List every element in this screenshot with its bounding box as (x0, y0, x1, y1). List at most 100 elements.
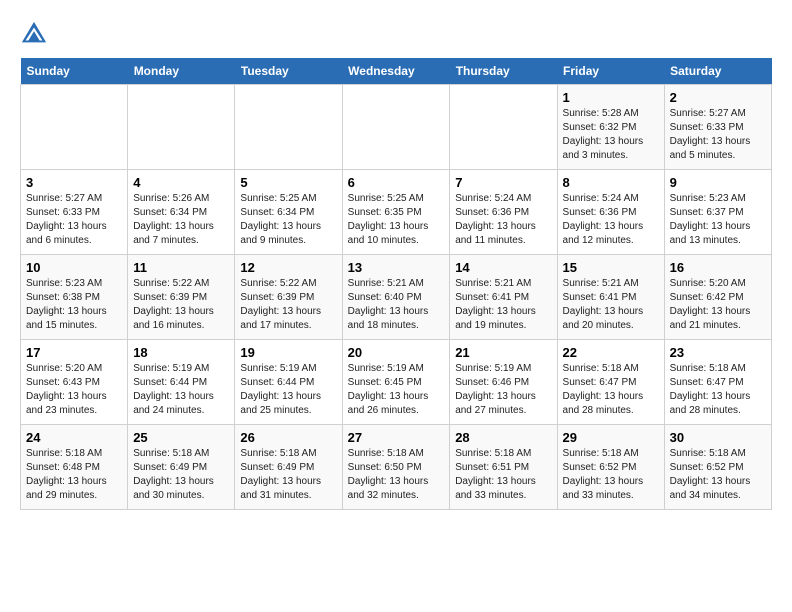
weekday-header: Friday (557, 58, 664, 85)
day-info: Sunrise: 5:19 AMSunset: 6:44 PMDaylight:… (240, 362, 336, 418)
calendar-cell: 17 Sunrise: 5:20 AMSunset: 6:43 PMDayligh… (21, 340, 128, 425)
calendar-cell: 5 Sunrise: 5:25 AMSunset: 6:34 PMDaylight… (235, 170, 342, 255)
day-number: 11 (133, 260, 229, 275)
day-info: Sunrise: 5:26 AMSunset: 6:34 PMDaylight:… (133, 192, 229, 248)
weekday-header: Saturday (664, 58, 771, 85)
day-number: 20 (348, 345, 445, 360)
calendar-cell: 25 Sunrise: 5:18 AMSunset: 6:49 PMDayligh… (128, 425, 235, 510)
calendar-cell: 7 Sunrise: 5:24 AMSunset: 6:36 PMDaylight… (450, 170, 557, 255)
calendar-cell: 6 Sunrise: 5:25 AMSunset: 6:35 PMDaylight… (342, 170, 450, 255)
day-number: 14 (455, 260, 551, 275)
calendar-cell (21, 85, 128, 170)
day-number: 23 (670, 345, 766, 360)
day-number: 27 (348, 430, 445, 445)
day-number: 30 (670, 430, 766, 445)
day-info: Sunrise: 5:18 AMSunset: 6:51 PMDaylight:… (455, 447, 551, 503)
calendar-cell: 29 Sunrise: 5:18 AMSunset: 6:52 PMDayligh… (557, 425, 664, 510)
calendar-cell: 3 Sunrise: 5:27 AMSunset: 6:33 PMDaylight… (21, 170, 128, 255)
day-info: Sunrise: 5:22 AMSunset: 6:39 PMDaylight:… (133, 277, 229, 333)
day-number: 17 (26, 345, 122, 360)
calendar-header-row: SundayMondayTuesdayWednesdayThursdayFrid… (21, 58, 772, 85)
calendar-cell: 27 Sunrise: 5:18 AMSunset: 6:50 PMDayligh… (342, 425, 450, 510)
day-info: Sunrise: 5:21 AMSunset: 6:40 PMDaylight:… (348, 277, 445, 333)
day-number: 8 (563, 175, 659, 190)
day-info: Sunrise: 5:23 AMSunset: 6:37 PMDaylight:… (670, 192, 766, 248)
day-info: Sunrise: 5:24 AMSunset: 6:36 PMDaylight:… (563, 192, 659, 248)
day-number: 13 (348, 260, 445, 275)
calendar-cell: 19 Sunrise: 5:19 AMSunset: 6:44 PMDayligh… (235, 340, 342, 425)
day-number: 1 (563, 90, 659, 105)
day-number: 24 (26, 430, 122, 445)
day-info: Sunrise: 5:20 AMSunset: 6:42 PMDaylight:… (670, 277, 766, 333)
logo-icon (20, 20, 48, 48)
calendar-cell (235, 85, 342, 170)
day-number: 10 (26, 260, 122, 275)
day-number: 4 (133, 175, 229, 190)
day-number: 12 (240, 260, 336, 275)
day-info: Sunrise: 5:24 AMSunset: 6:36 PMDaylight:… (455, 192, 551, 248)
day-info: Sunrise: 5:18 AMSunset: 6:49 PMDaylight:… (133, 447, 229, 503)
page-header (20, 20, 772, 48)
day-info: Sunrise: 5:18 AMSunset: 6:47 PMDaylight:… (670, 362, 766, 418)
calendar-week-row: 17 Sunrise: 5:20 AMSunset: 6:43 PMDayligh… (21, 340, 772, 425)
calendar-cell: 18Sunrise: 5:19 AMSunset: 6:44 PMDayligh… (128, 340, 235, 425)
day-number: 2 (670, 90, 766, 105)
day-number: 6 (348, 175, 445, 190)
calendar-week-row: 1Sunrise: 5:28 AMSunset: 6:32 PMDaylight… (21, 85, 772, 170)
day-number: 28 (455, 430, 551, 445)
calendar-cell: 8 Sunrise: 5:24 AMSunset: 6:36 PMDaylight… (557, 170, 664, 255)
calendar-cell: 4 Sunrise: 5:26 AMSunset: 6:34 PMDaylight… (128, 170, 235, 255)
day-info: Sunrise: 5:18 AMSunset: 6:48 PMDaylight:… (26, 447, 122, 503)
day-info: Sunrise: 5:23 AMSunset: 6:38 PMDaylight:… (26, 277, 122, 333)
day-number: 26 (240, 430, 336, 445)
day-number: 7 (455, 175, 551, 190)
day-number: 22 (563, 345, 659, 360)
day-info: Sunrise: 5:20 AMSunset: 6:43 PMDaylight:… (26, 362, 122, 418)
day-info: Sunrise: 5:22 AMSunset: 6:39 PMDaylight:… (240, 277, 336, 333)
weekday-header: Wednesday (342, 58, 450, 85)
day-info: Sunrise: 5:27 AMSunset: 6:33 PMDaylight:… (670, 107, 766, 163)
day-info: Sunrise: 5:21 AMSunset: 6:41 PMDaylight:… (563, 277, 659, 333)
day-info: Sunrise: 5:25 AMSunset: 6:34 PMDaylight:… (240, 192, 336, 248)
calendar-cell: 1Sunrise: 5:28 AMSunset: 6:32 PMDaylight… (557, 85, 664, 170)
day-info: Sunrise: 5:18 AMSunset: 6:49 PMDaylight:… (240, 447, 336, 503)
calendar-cell: 24 Sunrise: 5:18 AMSunset: 6:48 PMDayligh… (21, 425, 128, 510)
calendar-cell: 30 Sunrise: 5:18 AMSunset: 6:52 PMDayligh… (664, 425, 771, 510)
day-number: 19 (240, 345, 336, 360)
day-number: 3 (26, 175, 122, 190)
day-number: 21 (455, 345, 551, 360)
calendar-table: SundayMondayTuesdayWednesdayThursdayFrid… (20, 58, 772, 510)
day-info: Sunrise: 5:25 AMSunset: 6:35 PMDaylight:… (348, 192, 445, 248)
calendar-cell (342, 85, 450, 170)
calendar-cell (450, 85, 557, 170)
day-info: Sunrise: 5:18 AMSunset: 6:50 PMDaylight:… (348, 447, 445, 503)
day-info: Sunrise: 5:19 AMSunset: 6:46 PMDaylight:… (455, 362, 551, 418)
day-number: 25 (133, 430, 229, 445)
day-number: 29 (563, 430, 659, 445)
day-info: Sunrise: 5:18 AMSunset: 6:52 PMDaylight:… (670, 447, 766, 503)
calendar-cell: 26 Sunrise: 5:18 AMSunset: 6:49 PMDayligh… (235, 425, 342, 510)
calendar-body: 1Sunrise: 5:28 AMSunset: 6:32 PMDaylight… (21, 85, 772, 510)
calendar-week-row: 10 Sunrise: 5:23 AMSunset: 6:38 PMDayligh… (21, 255, 772, 340)
weekday-header: Sunday (21, 58, 128, 85)
weekday-header: Monday (128, 58, 235, 85)
calendar-cell: 16Sunrise: 5:20 AMSunset: 6:42 PMDayligh… (664, 255, 771, 340)
calendar-cell: 10 Sunrise: 5:23 AMSunset: 6:38 PMDayligh… (21, 255, 128, 340)
calendar-cell: 21 Sunrise: 5:19 AMSunset: 6:46 PMDayligh… (450, 340, 557, 425)
day-number: 18 (133, 345, 229, 360)
calendar-cell (128, 85, 235, 170)
calendar-cell: 11 Sunrise: 5:22 AMSunset: 6:39 PMDayligh… (128, 255, 235, 340)
weekday-header: Tuesday (235, 58, 342, 85)
day-info: Sunrise: 5:18 AMSunset: 6:52 PMDaylight:… (563, 447, 659, 503)
calendar-cell: 14 Sunrise: 5:21 AMSunset: 6:41 PMDayligh… (450, 255, 557, 340)
day-info: Sunrise: 5:21 AMSunset: 6:41 PMDaylight:… (455, 277, 551, 333)
day-number: 5 (240, 175, 336, 190)
calendar-cell: 13 Sunrise: 5:21 AMSunset: 6:40 PMDayligh… (342, 255, 450, 340)
calendar-cell: 22Sunrise: 5:18 AMSunset: 6:47 PMDayligh… (557, 340, 664, 425)
day-info: Sunrise: 5:27 AMSunset: 6:33 PMDaylight:… (26, 192, 122, 248)
calendar-week-row: 24 Sunrise: 5:18 AMSunset: 6:48 PMDayligh… (21, 425, 772, 510)
calendar-cell: 9 Sunrise: 5:23 AMSunset: 6:37 PMDaylight… (664, 170, 771, 255)
day-number: 9 (670, 175, 766, 190)
day-number: 15 (563, 260, 659, 275)
calendar-cell: 28 Sunrise: 5:18 AMSunset: 6:51 PMDayligh… (450, 425, 557, 510)
